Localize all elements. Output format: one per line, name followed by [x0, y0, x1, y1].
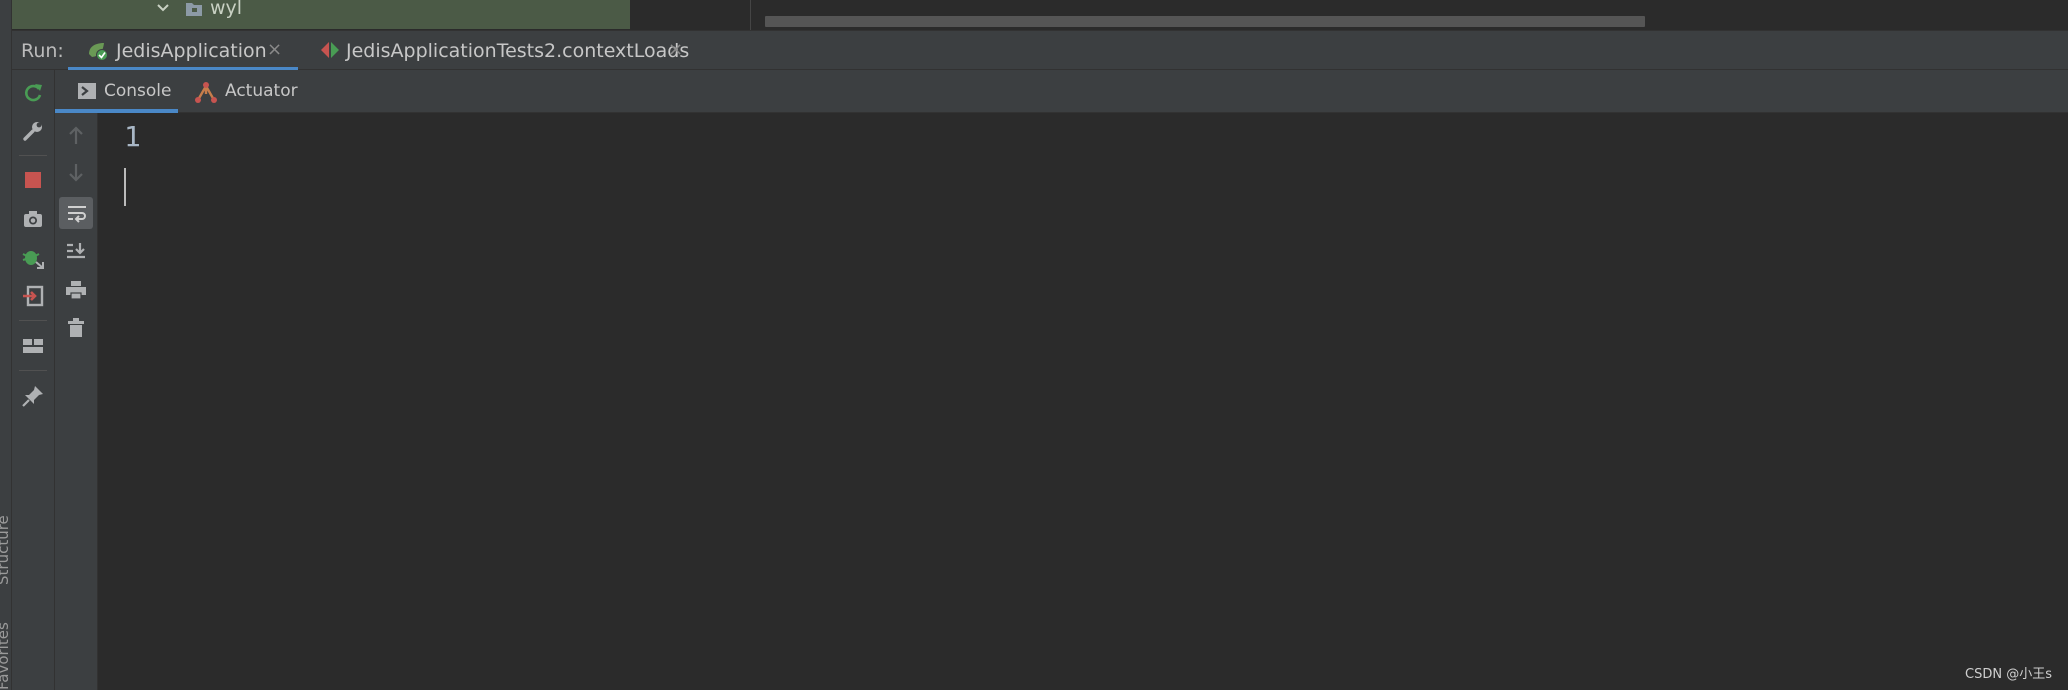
scroll-to-end-icon[interactable] [62, 237, 90, 265]
tab-console[interactable]: Console [55, 70, 178, 113]
spring-boot-run-icon [89, 43, 108, 61]
wrench-icon[interactable] [19, 117, 47, 145]
tab-actuator[interactable]: Actuator [186, 70, 306, 113]
run-side-toolbar [12, 70, 55, 690]
console-icon [78, 83, 96, 99]
run-tab-label: JedisApplication [116, 40, 267, 62]
actuator-icon [195, 82, 217, 103]
left-tool-window-strip [0, 0, 12, 690]
layout-icon[interactable] [19, 332, 47, 360]
toolbar-separator [19, 320, 47, 321]
console-output-line: 1 [124, 120, 141, 153]
watermark: CSDN @小王s [1965, 667, 2052, 682]
folder-icon [186, 3, 202, 16]
project-tree-panel [12, 0, 630, 29]
chevron-down-icon[interactable] [155, 0, 171, 16]
console-toolbar [55, 113, 98, 690]
run-label: Run: [21, 40, 64, 62]
tree-item-wyl[interactable]: wyl [210, 0, 242, 19]
down-arrow-icon[interactable] [62, 159, 90, 187]
pin-icon[interactable] [19, 382, 47, 410]
exit-icon[interactable] [19, 282, 47, 310]
editor-divider [750, 0, 751, 30]
tab-console-label: Console [104, 81, 172, 101]
stop-icon[interactable] [19, 166, 47, 194]
horizontal-scrollbar[interactable] [765, 16, 1645, 27]
run-tab-label: JedisApplicationTests2.contextLoads [346, 40, 690, 62]
soft-wrap-icon[interactable] [59, 197, 93, 229]
trash-icon[interactable] [62, 314, 90, 342]
print-icon[interactable] [62, 276, 90, 304]
favorites-tool-window-button[interactable]: Favorites [0, 622, 12, 690]
close-icon[interactable]: × [668, 39, 683, 60]
run-tab-jedis-application[interactable]: JedisApplication × [68, 30, 298, 70]
rerun-icon[interactable] [19, 79, 47, 107]
tab-actuator-label: Actuator [225, 81, 298, 101]
run-tab-context-loads[interactable]: JedisApplicationTests2.contextLoads × [310, 30, 690, 70]
test-result-icon [321, 42, 339, 58]
text-caret [124, 168, 126, 206]
close-icon[interactable]: × [267, 39, 282, 60]
camera-icon[interactable] [19, 205, 47, 233]
debug-icon[interactable] [19, 244, 47, 272]
toolbar-separator [19, 155, 47, 156]
toolbar-separator [19, 370, 47, 371]
up-arrow-icon[interactable] [62, 121, 90, 149]
console-tab-bar [55, 70, 2068, 113]
structure-tool-window-button[interactable]: Structure [0, 515, 12, 585]
